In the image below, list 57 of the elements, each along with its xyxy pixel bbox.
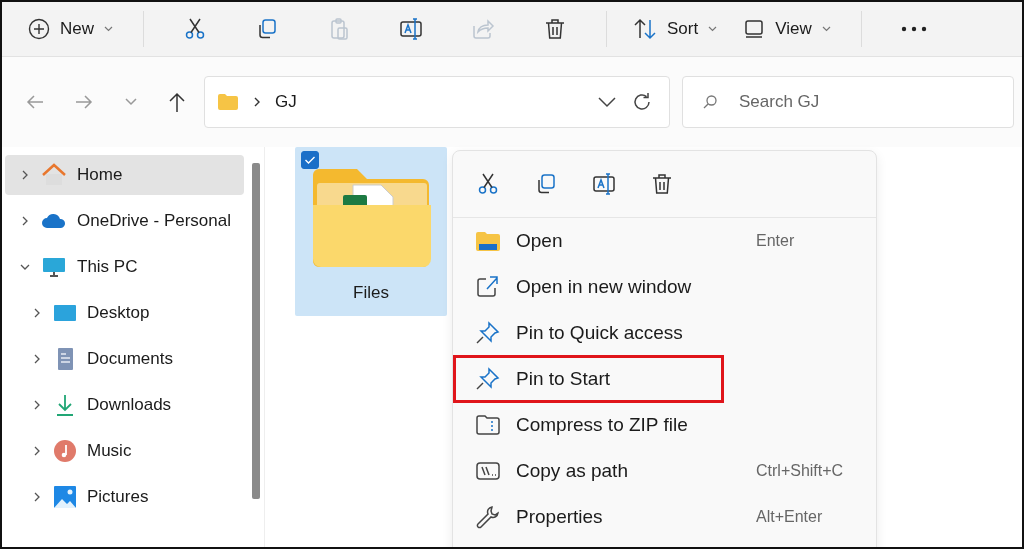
menu-item[interactable]: Properties Alt+Enter [453,494,876,540]
cut-icon [183,17,207,41]
delete-icon [543,17,567,41]
folder-icon [475,229,501,253]
rename-icon [399,17,423,41]
cut-icon[interactable] [476,172,500,196]
rename-icon[interactable] [592,172,616,196]
pin-icon [475,367,501,391]
pin-icon [475,321,501,345]
menu-item[interactable]: Pin to Start [453,356,876,402]
search-field[interactable]: Search GJ [682,76,1014,128]
monitor-icon [41,256,67,278]
sort-icon [633,18,657,40]
path-segment[interactable]: GJ [275,92,297,112]
checkbox[interactable] [301,151,319,169]
desktop-icon [53,303,77,323]
home-icon [41,163,67,187]
wrench-icon [475,505,501,529]
folder-item[interactable]: Files [295,147,447,316]
view-button[interactable]: View [735,13,843,45]
sidebar-item[interactable]: OneDrive - Personal [5,201,244,241]
view-icon [743,19,766,39]
music-icon [53,439,77,463]
caret-icon [104,26,113,32]
menu-item[interactable]: Compress to ZIP file [453,402,876,448]
delete-icon[interactable] [650,172,674,196]
cloud-icon [41,212,67,230]
sidebar-item[interactable]: Downloads [5,385,244,425]
external-link-icon [475,275,501,299]
caret-icon [821,26,831,32]
address-bar[interactable]: GJ [204,76,670,128]
path-icon [475,459,501,483]
caret-icon [708,26,718,32]
menu-item[interactable]: Open in new window [453,264,876,310]
share-icon [471,17,495,41]
new-button[interactable]: New [20,12,125,46]
chevron-right-icon [253,96,261,108]
sidebar-item[interactable]: Desktop [5,293,244,333]
sidebar-item[interactable]: Pictures [5,477,244,517]
sort-button[interactable]: Sort [625,12,730,46]
plus-icon [28,18,50,40]
sidebar-item[interactable]: Home [5,155,244,195]
menu-item[interactable]: Open Enter [453,218,876,264]
sidebar-item[interactable]: Music [5,431,244,471]
menu-item[interactable]: Pin to Quick access [453,310,876,356]
folder-icon [217,93,239,111]
search-icon [702,94,718,110]
sidebar-item[interactable]: This PC [5,247,244,287]
zip-folder-icon [475,413,501,437]
pictures-icon [53,485,77,509]
checkmark-icon [304,155,316,165]
refresh-icon[interactable] [631,91,653,113]
sidebar-item[interactable]: Documents [5,339,244,379]
menu-item[interactable]: Copy as path Ctrl+Shift+C [453,448,876,494]
scrollbar-thumb[interactable] [252,163,260,499]
more-icon [900,26,927,32]
chevron-down-icon[interactable] [597,96,617,108]
